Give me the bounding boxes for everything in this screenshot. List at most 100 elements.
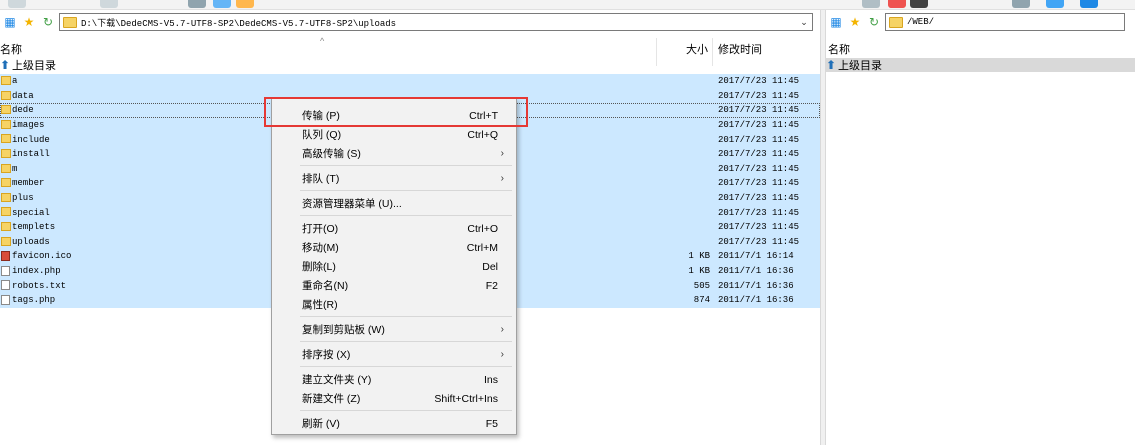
context-menu: 传输 (P) Ctrl+T 队列 (Q) Ctrl+Q 高级传输 (S) › 排队 (T) ›…: [271, 98, 517, 435]
drive-icon[interactable]: ▦: [2, 14, 18, 30]
file-modified: 2017/7/23 11:45: [718, 90, 800, 101]
parent-directory-row[interactable]: ⬆ 上级目录: [0, 58, 56, 72]
menu-item-label: 队列 (Q): [302, 129, 342, 141]
column-header-modified[interactable]: 修改时间: [718, 41, 762, 69]
folder-icon: [1, 178, 11, 188]
menu-item[interactable]: 建立文件夹 (Y) Ins: [274, 370, 514, 389]
menu-item[interactable]: 高级传输 (S) ›: [274, 144, 514, 163]
menu-separator: [300, 215, 512, 216]
drive-icon[interactable]: ▦: [828, 14, 844, 30]
menu-item-label: 排队 (T): [302, 173, 340, 185]
settings-icon[interactable]: [1012, 0, 1030, 8]
menu-item-label: 高级传输 (S): [302, 148, 361, 160]
filter-icon[interactable]: [862, 0, 880, 8]
menu-item-shortcut: Ctrl+M: [466, 241, 498, 254]
menu-item-label: 打开(O): [302, 223, 339, 235]
menu-item-shortcut: Del: [482, 260, 498, 273]
menu-separator: [300, 190, 512, 191]
up-arrow-icon: ⬆: [0, 58, 11, 72]
file-modified: 2011/7/1 16:36: [718, 266, 794, 277]
file-modified: 2017/7/23 11:45: [718, 207, 800, 218]
compare-icon[interactable]: [188, 0, 206, 8]
file-modified: 2017/7/23 11:45: [718, 76, 800, 87]
parent-directory-label: 上级目录: [838, 60, 882, 72]
file-modified: 2017/7/23 11:45: [718, 236, 800, 247]
file-row[interactable]: a 2017/7/23 11:45: [0, 74, 820, 89]
file-name: m: [12, 163, 18, 174]
file-modified: 2011/7/1 16:36: [718, 295, 794, 306]
file-modified: 2017/7/23 11:45: [718, 163, 800, 174]
menu-item[interactable]: 移动(M) Ctrl+M: [274, 238, 514, 257]
menu-item[interactable]: 属性(R): [274, 295, 514, 314]
file-modified: 2017/7/23 11:45: [718, 134, 800, 145]
top-toolbar: [0, 0, 1135, 10]
remote-address-bar: ▦ ★ ↻ /WEB/: [826, 10, 1125, 34]
menu-item[interactable]: 排队 (T) ›: [274, 169, 514, 188]
local-address-bar: ▦ ★ ↻ D:\下载\DedeCMS-V5.7-UTF8-SP2\DedeCM…: [0, 10, 813, 34]
submenu-arrow-icon: ›: [500, 173, 504, 184]
file-name: robots.txt: [12, 280, 67, 291]
chevron-down-icon[interactable]: ⌄: [796, 14, 812, 30]
file-modified: 2017/7/23 11:45: [718, 178, 800, 189]
refresh-icon[interactable]: [1046, 0, 1064, 8]
menu-item[interactable]: 资源管理器菜单 (U)...: [274, 194, 514, 213]
menu-item[interactable]: 打开(O) Ctrl+O: [274, 219, 514, 238]
menu-item[interactable]: 刷新 (V) F5: [274, 414, 514, 433]
help-icon[interactable]: [1080, 0, 1098, 8]
menu-item-label: 刷新 (V): [302, 418, 340, 430]
file-name: index.php: [12, 266, 61, 277]
menu-separator: [300, 165, 512, 166]
menu-item-shortcut: Ins: [483, 373, 498, 386]
refresh-icon[interactable]: ↻: [40, 14, 56, 30]
file-name: images: [12, 120, 45, 131]
parent-directory-row[interactable]: ⬆ 上级目录: [826, 58, 1135, 72]
column-separator[interactable]: [656, 38, 657, 66]
menu-item[interactable]: 删除(L) Del: [274, 257, 514, 276]
menu-item[interactable]: 队列 (Q) Ctrl+Q: [274, 125, 514, 144]
menu-separator: [300, 410, 512, 411]
menu-item[interactable]: 复制到剪贴板 (W) ›: [274, 320, 514, 339]
menu-item-shortcut: Ctrl+O: [467, 222, 498, 235]
menu-item-label: 建立文件夹 (Y): [302, 374, 372, 386]
column-separator[interactable]: [712, 38, 713, 66]
remote-path-field[interactable]: /WEB/: [885, 13, 1125, 31]
menu-item[interactable]: 重命名(N) F2: [274, 276, 514, 295]
queue-icon[interactable]: [910, 0, 928, 8]
delete-icon[interactable]: [888, 0, 906, 8]
folder-icon: [1, 192, 11, 202]
folder-icon: [1, 236, 11, 246]
local-path-field[interactable]: D:\下载\DedeCMS-V5.7-UTF8-SP2\DedeCMS-V5.7…: [59, 13, 813, 31]
sort-asc-icon: ^: [320, 36, 325, 46]
file-modified: 2017/7/23 11:45: [718, 222, 800, 233]
folder-icon: [1, 76, 11, 85]
remote-pane: ▦ ★ ↻ /WEB/ 名称 ⬆ 上级目录: [826, 10, 1135, 445]
folder-icon: [1, 163, 11, 173]
menu-separator: [300, 341, 512, 342]
submenu-arrow-icon: ›: [500, 349, 504, 360]
menu-item-shortcut: F2: [485, 279, 498, 292]
transfer-icon[interactable]: [236, 0, 254, 8]
refresh-icon[interactable]: ↻: [866, 14, 882, 30]
menu-item-shortcut: Ctrl+Q: [467, 128, 498, 141]
column-header-size[interactable]: 大小: [686, 41, 708, 69]
forward-icon[interactable]: [100, 0, 118, 8]
menu-item[interactable]: 排序按 (X) ›: [274, 345, 514, 364]
file-name: install: [12, 149, 50, 160]
file-name: a: [12, 76, 18, 87]
folder-icon: [1, 149, 11, 158]
file-icon: [1, 295, 10, 305]
file-name: dede: [12, 105, 34, 116]
menu-item-label: 复制到剪贴板 (W): [302, 324, 385, 336]
favorite-star-icon[interactable]: ★: [847, 14, 863, 30]
favorite-star-icon[interactable]: ★: [21, 14, 37, 30]
menu-item-label: 重命名(N): [302, 280, 349, 292]
file-size: 505: [693, 280, 710, 291]
sync-icon[interactable]: [213, 0, 231, 8]
file-size: 1 KB: [688, 251, 710, 262]
remote-path-text: /WEB/: [907, 17, 935, 27]
folder-icon: [1, 105, 11, 115]
back-icon[interactable]: [8, 0, 26, 8]
menu-item[interactable]: 新建文件 (Z) Shift+Ctrl+Ins: [274, 389, 514, 408]
menu-item-label: 资源管理器菜单 (U)...: [302, 198, 402, 210]
menu-separator: [300, 316, 512, 317]
